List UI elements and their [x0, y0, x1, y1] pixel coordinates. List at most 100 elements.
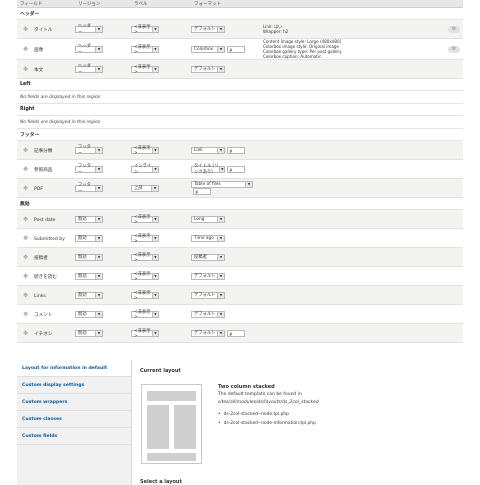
field-row: ✥ Links 無効 ▼ <非表示> ▼ デフォルト ▼ — [17, 285, 463, 305]
chevron-down-icon: ▼ — [95, 311, 102, 317]
field-name: イチオシ — [34, 331, 53, 337]
region-title: Left — [17, 78, 463, 91]
chevron-down-icon: ▼ — [217, 66, 224, 72]
region-select[interactable]: ヘッダー ▼ — [75, 64, 103, 75]
vertical-tab[interactable]: Custom wrappers — [17, 394, 131, 411]
format-select-cell: Time ago ▼ — [191, 228, 263, 248]
label-select[interactable]: インライン ▼ — [131, 164, 159, 175]
region-select[interactable]: ヘッダー ▼ — [75, 24, 103, 35]
drag-cross-icon[interactable]: ✥ — [21, 66, 30, 73]
label-select[interactable]: <非表示> ▼ — [131, 215, 159, 225]
drag-cross-icon[interactable]: ✥ — [21, 330, 30, 337]
header-label: ラベル — [131, 0, 191, 8]
select-value: 投稿者 — [194, 255, 207, 260]
region-select[interactable]: フッター ▼ — [75, 164, 103, 175]
label-select-cell: <非表示> ▼ — [131, 285, 191, 305]
label-select[interactable]: <非表示> ▼ — [131, 24, 159, 35]
gear-icon[interactable]: ⚙ — [448, 25, 460, 33]
region-select[interactable]: 無効 ▼ — [75, 253, 103, 261]
select-value: Time ago — [194, 235, 214, 241]
field-name: 画像 — [34, 47, 44, 53]
format-extra-input[interactable]: # — [227, 329, 245, 337]
vertical-tab[interactable]: Custom classes — [17, 411, 131, 428]
region-select[interactable]: フッター ▼ — [75, 183, 103, 194]
vertical-tab[interactable]: Custom fields — [17, 428, 131, 445]
format-select[interactable]: Long ▼ — [191, 215, 225, 223]
format-extra-input[interactable]: # — [193, 188, 211, 195]
drag-cross-icon[interactable]: ✥ — [21, 235, 30, 242]
format-extra-input[interactable]: # — [227, 45, 245, 53]
region-select[interactable]: フッター ▼ — [75, 145, 103, 156]
format-select[interactable]: デフォルト ▼ — [191, 65, 225, 73]
label-select[interactable]: <非表示> ▼ — [131, 310, 159, 320]
field-row: ✥ 本文 ヘッダー ▼ <非表示> ▼ デフォルト ▼ — [17, 59, 463, 79]
settings-cell — [448, 209, 463, 229]
drag-cross-icon[interactable]: ✥ — [21, 216, 30, 223]
region-select[interactable]: ヘッダー ▼ — [75, 44, 103, 55]
format-select[interactable]: Colorbox ▼ — [191, 45, 225, 53]
settings-cell — [448, 323, 463, 343]
format-select[interactable]: Link ▼ — [191, 146, 225, 154]
settings-cell — [448, 159, 463, 179]
format-select-cell: Colorbox ▼ # — [191, 38, 263, 60]
format-select-cell: デフォルト ▼ — [191, 266, 263, 286]
field-name: Post date — [34, 217, 56, 223]
label-select[interactable]: <非表示> ▼ — [131, 290, 159, 301]
select-value: 無効 — [78, 255, 87, 260]
format-select[interactable]: デフォルト ▼ — [191, 291, 225, 299]
chevron-down-icon: ▼ — [95, 147, 102, 153]
region-select-cell: ヘッダー ▼ — [75, 59, 131, 79]
region-select[interactable]: 無効 ▼ — [75, 272, 103, 280]
field-name-cell: ✥ Links — [17, 285, 75, 305]
region-select[interactable]: 無効 ▼ — [75, 329, 103, 337]
format-select[interactable]: 投稿者 ▼ — [191, 253, 225, 261]
drag-cross-icon[interactable]: ✥ — [21, 26, 30, 33]
format-select[interactable]: タイトル (リンクあり) ▼ — [191, 164, 225, 175]
format-extra-input[interactable]: # — [227, 165, 245, 173]
select-value: 上部 — [134, 186, 143, 191]
drag-cross-icon[interactable]: ✥ — [21, 311, 30, 318]
drag-cross-icon[interactable]: ✥ — [21, 46, 30, 53]
drag-cross-icon[interactable]: ✥ — [21, 292, 30, 299]
label-select[interactable]: <非表示> ▼ — [131, 44, 159, 55]
format-select[interactable]: Table of files ▼ — [191, 181, 253, 188]
field-row: ✥ タイトル ヘッダー ▼ <非表示> ▼ デフォルト ▼ Link: はい Wrapper: h… — [17, 19, 463, 39]
field-summary-cell — [263, 59, 448, 79]
field-name-cell: ✥ コメント — [17, 304, 75, 324]
chevron-down-icon: ▼ — [217, 147, 224, 153]
region-select[interactable]: 無効 ▼ — [75, 291, 103, 299]
label-select[interactable]: 上部 ▼ — [131, 184, 159, 192]
drag-cross-icon[interactable]: ✥ — [21, 254, 30, 261]
chevron-down-icon: ▼ — [151, 66, 158, 72]
drag-cross-icon[interactable]: ✥ — [21, 166, 30, 173]
format-select[interactable]: デフォルト ▼ — [191, 25, 225, 33]
select-value: <非表示> — [134, 44, 151, 55]
format-select[interactable]: デフォルト ▼ — [191, 272, 225, 280]
label-select[interactable]: <非表示> ▼ — [131, 146, 159, 156]
region-select[interactable]: 無効 ▼ — [75, 234, 103, 242]
drag-cross-icon[interactable]: ✥ — [21, 185, 30, 192]
select-value: <非表示> — [134, 290, 151, 301]
gear-icon[interactable]: ⚙ — [448, 45, 460, 53]
field-summary-cell — [263, 247, 448, 267]
format-select[interactable]: Time ago ▼ — [191, 234, 225, 242]
settings-cell — [448, 285, 463, 305]
vertical-tab[interactable]: Custom display settings — [17, 377, 131, 394]
field-name: 本文 — [34, 67, 44, 73]
drag-cross-icon[interactable]: ✥ — [21, 273, 30, 280]
format-select[interactable]: デフォルト ▼ — [191, 329, 225, 337]
format-select[interactable]: デフォルト ▼ — [191, 310, 225, 318]
vertical-tab[interactable]: Layout for information in default — [17, 360, 131, 377]
label-select[interactable]: <非表示> ▼ — [131, 272, 159, 282]
drag-cross-icon[interactable]: ✥ — [21, 147, 30, 154]
label-select[interactable]: <非表示> ▼ — [131, 329, 159, 339]
label-select[interactable]: <非表示> ▼ — [131, 234, 159, 244]
region-select[interactable]: 無効 ▼ — [75, 215, 103, 223]
label-select[interactable]: <非表示> ▼ — [131, 65, 159, 75]
region-select[interactable]: 無効 ▼ — [75, 310, 103, 318]
field-name: Links — [34, 293, 46, 299]
label-select[interactable]: <非表示> ▼ — [131, 253, 159, 263]
format-extra-input[interactable]: # — [227, 146, 245, 154]
select-value: <非表示> — [134, 24, 151, 35]
chevron-down-icon: ▼ — [217, 216, 224, 222]
